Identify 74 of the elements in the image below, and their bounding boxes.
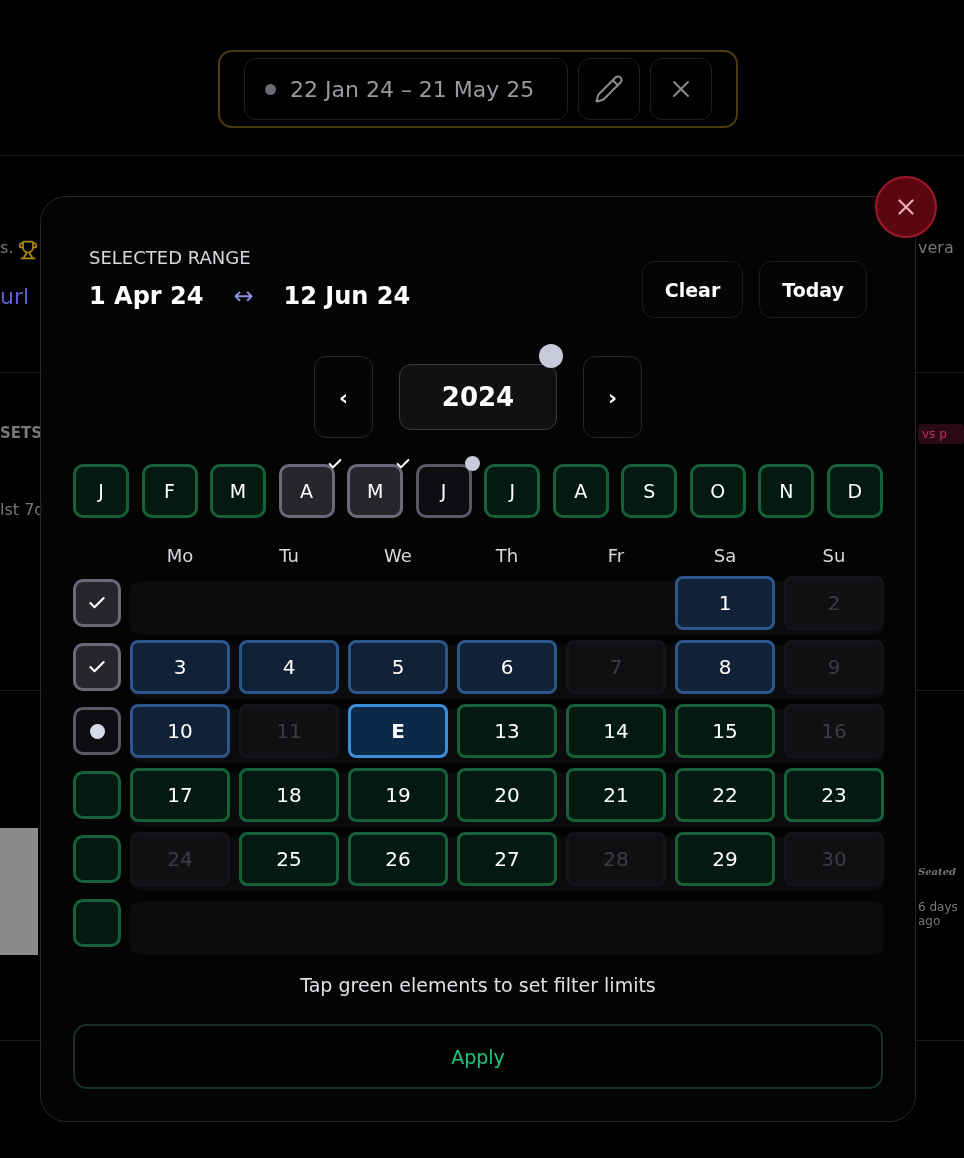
weekday-label: Th — [494, 544, 520, 568]
background-link[interactable]: url — [0, 284, 30, 309]
day-cell[interactable]: 18 — [239, 768, 339, 822]
week-checkbox[interactable] — [73, 771, 121, 819]
range-arrow: ↔ — [233, 282, 254, 310]
day-cell[interactable]: 20 — [457, 768, 557, 822]
day-cell[interactable]: 10 — [130, 704, 230, 758]
weekday-label: We — [383, 544, 413, 568]
month-button[interactable]: M — [210, 464, 267, 518]
month-button[interactable]: N — [758, 464, 815, 518]
month-button[interactable]: A — [278, 464, 335, 518]
month-button[interactable]: S — [621, 464, 678, 518]
day-cell[interactable]: 21 — [566, 768, 666, 822]
day-cell[interactable]: 23 — [784, 768, 884, 822]
hint-text: Tap green elements to set filter limits — [299, 974, 657, 996]
partial-dot-icon — [89, 723, 105, 739]
year-selector[interactable]: 2024 — [399, 364, 557, 430]
section-heading: SETS — [0, 424, 43, 442]
status-dot — [265, 83, 276, 95]
month-button[interactable]: J — [484, 464, 541, 518]
exercise-title: Seated — [918, 866, 958, 877]
day-cell[interactable]: 22 — [675, 768, 775, 822]
day-cell[interactable]: 5 — [348, 640, 448, 694]
day-cell[interactable]: 17 — [130, 768, 230, 822]
close-button[interactable] — [650, 58, 712, 120]
day-cell[interactable]: 8 — [675, 640, 775, 694]
week-checkbox[interactable] — [73, 707, 121, 755]
today-button[interactable]: Today — [759, 261, 867, 318]
section-label: SELECTED RANGE — [89, 247, 252, 268]
date-range-chip[interactable]: 22 Jan 24 – 21 May 25 — [244, 58, 568, 120]
weekday-label: Mo — [165, 544, 195, 568]
day-cell[interactable]: 4 — [239, 640, 339, 694]
pencil-icon — [594, 74, 624, 104]
day-cell[interactable]: 13 — [457, 704, 557, 758]
day-cell[interactable]: 25 — [239, 832, 339, 886]
end-date: 12 Jun 24 — [283, 282, 411, 310]
start-date: 1 Apr 24 — [89, 282, 204, 310]
clear-button[interactable]: Clear — [641, 261, 744, 318]
weekday-label: Su — [821, 544, 847, 568]
background-text: vera — [918, 238, 954, 257]
apply-button[interactable]: Apply — [73, 1024, 883, 1089]
month-button[interactable]: F — [141, 464, 198, 518]
month-button[interactable]: D — [826, 464, 883, 518]
next-year-button[interactable]: › — [583, 356, 642, 438]
day-cell[interactable]: 19 — [348, 768, 448, 822]
weekday-label: Fr — [606, 544, 626, 568]
change-badge: vs p — [918, 424, 964, 444]
day-cell[interactable]: 15 — [675, 704, 775, 758]
day-cell[interactable]: 29 — [675, 832, 775, 886]
week-checkbox[interactable] — [73, 899, 121, 947]
week-checkbox[interactable] — [73, 579, 121, 627]
background-text: 6 days ago — [918, 900, 959, 928]
background-text: s. — [0, 238, 14, 257]
day-cell[interactable]: 6 — [457, 640, 557, 694]
month-button[interactable]: J — [73, 464, 129, 518]
month-button[interactable]: O — [689, 464, 746, 518]
partial-dot-icon — [464, 456, 480, 471]
background-text: lst 7d — [0, 500, 45, 519]
weekday-label: Tu — [278, 544, 300, 568]
day-cell[interactable]: 27 — [457, 832, 557, 886]
day-cell[interactable]: E — [348, 704, 448, 758]
day-cell[interactable]: 14 — [566, 704, 666, 758]
month-button[interactable]: A — [552, 464, 609, 518]
week-checkbox[interactable] — [73, 835, 121, 883]
trophy-icon — [18, 240, 38, 260]
previous-year-button[interactable]: ‹ — [314, 356, 373, 438]
day-cell[interactable]: 1 — [675, 576, 775, 630]
month-button[interactable]: M — [347, 464, 404, 518]
weekday-label: Sa — [712, 544, 738, 568]
week-checkbox[interactable] — [73, 643, 121, 691]
day-cell[interactable]: 26 — [348, 832, 448, 886]
month-button[interactable]: J — [415, 464, 472, 518]
day-cell[interactable]: 3 — [130, 640, 230, 694]
edit-button[interactable] — [578, 58, 640, 120]
